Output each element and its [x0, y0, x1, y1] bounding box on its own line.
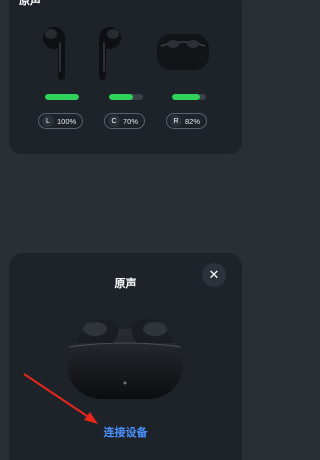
annotation-arrow-icon	[23, 373, 98, 424]
